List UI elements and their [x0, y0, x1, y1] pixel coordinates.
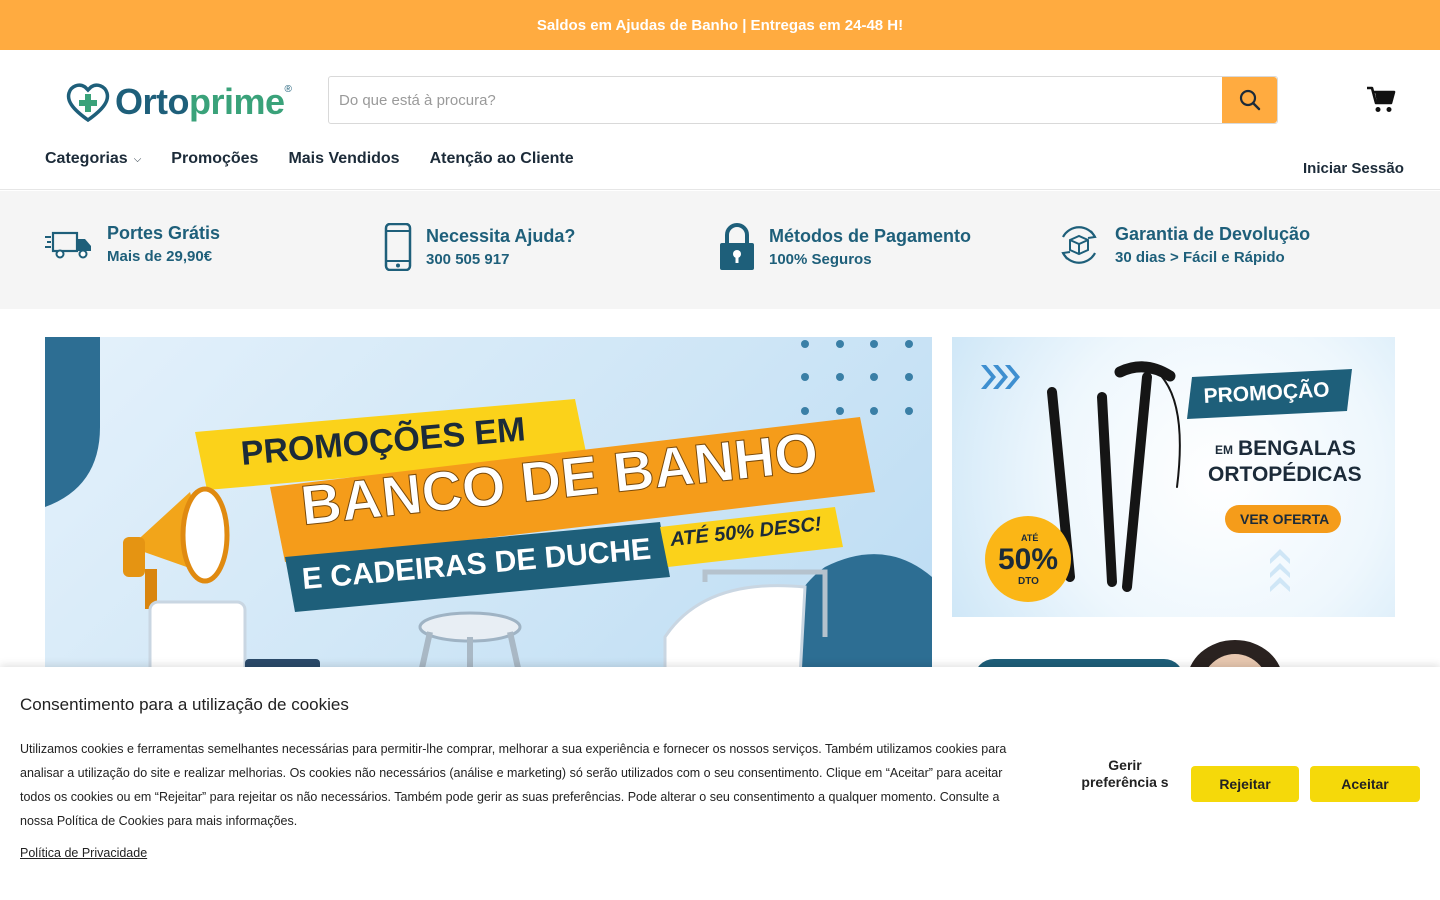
banner-side-line2: ORTOPÉDICAS: [1208, 463, 1362, 486]
feature-shipping-text: Portes Grátis Mais de 29,90€: [107, 223, 220, 265]
search-button[interactable]: [1222, 77, 1277, 123]
accept-button[interactable]: Aceitar: [1310, 766, 1420, 802]
lock-icon: [720, 223, 754, 270]
megaphone-icon: [123, 486, 230, 609]
announcement-bar: Saldos em Ajudas de Banho | Entregas em …: [0, 0, 1440, 50]
banner-bath-stools-artwork: PROMOÇÕES EM BANCO DE BANHO E CADEIRAS D…: [45, 337, 932, 677]
feature-payment-text: Métodos de Pagamento 100% Seguros: [769, 226, 971, 268]
banner-side-badge-top: ATÉ: [1021, 533, 1038, 543]
banner-side-cta[interactable]: VER OFERTA: [1240, 511, 1329, 527]
search-input[interactable]: [329, 77, 1223, 123]
nav-categorias[interactable]: Categorias ⌵: [45, 150, 141, 168]
feature-payment: Métodos de Pagamento 100% Seguros: [719, 223, 971, 271]
logo-text-prime: prime: [189, 81, 285, 122]
search-bar: [328, 76, 1278, 124]
feature-returns-title: Garantia de Devolução: [1115, 224, 1311, 244]
feature-returns-text: Garantia de Devolução 30 dias > Fácil e …: [1115, 224, 1310, 266]
feature-returns: Garantia de Devolução 30 dias > Fácil e …: [1057, 223, 1310, 267]
banner-side-badge-bottom: DTO: [1018, 576, 1039, 587]
feature-shipping: Portes Grátis Mais de 29,90€: [45, 223, 220, 265]
banner-side-badge-value: 50%: [998, 543, 1058, 576]
logo[interactable]: Ortoprime ®: [65, 80, 305, 124]
phone-icon: [384, 223, 412, 271]
privacy-policy-link[interactable]: Política de Privacidade: [20, 846, 147, 860]
logo-cross-icon: [66, 83, 110, 122]
feature-help-title: Necessita Ajuda?: [426, 226, 576, 246]
nav-promocoes-label: Promoções: [171, 150, 259, 167]
chevron-down-icon: ⌵: [133, 153, 142, 165]
feature-help: Necessita Ajuda? 300 505 917: [384, 223, 575, 271]
banner-side-line1: BENGALAS: [1238, 437, 1356, 460]
chevrons-up-icon: [1270, 549, 1290, 592]
chevrons-right-icon: [981, 365, 1020, 389]
feature-shipping-title: Portes Grátis: [107, 223, 221, 243]
site-header: Ortoprime ® Categorias ⌵ Promoções Mais …: [0, 50, 1440, 190]
logo-text-orto: Orto: [115, 81, 190, 122]
reject-button[interactable]: Rejeitar: [1191, 766, 1299, 802]
folding-canes-image: [1047, 361, 1181, 592]
cookie-consent-banner: Consentimento para a utilização de cooki…: [0, 667, 1440, 900]
login-link[interactable]: Iniciar Sessão: [1303, 160, 1404, 177]
feature-shipping-subtitle: Mais de 29,90€: [107, 248, 213, 265]
feature-returns-subtitle: 30 dias > Fácil e Rápido: [1115, 249, 1285, 266]
banner-bath-stools[interactable]: PROMOÇÕES EM BANCO DE BANHO E CADEIRAS D…: [45, 337, 932, 677]
feature-payment-subtitle: 100% Seguros: [769, 251, 872, 268]
nav-atencao-cliente-label: Atenção ao Cliente: [429, 150, 574, 167]
nav-mais-vendidos-label: Mais Vendidos: [288, 150, 400, 167]
cookie-text: Utilizamos cookies e ferramentas semelha…: [20, 742, 1007, 828]
feature-payment-title: Métodos de Pagamento: [769, 226, 972, 246]
truck-icon: [45, 231, 91, 259]
features-bar: Portes Grátis Mais de 29,90€ Necessita A…: [0, 191, 1440, 309]
banner-canes[interactable]: PROMOÇÃO EM BENGALAS ORTOPÉDICAS VER OFE…: [952, 337, 1395, 617]
announcement-text: Saldos em Ajudas de Banho | Entregas em …: [536, 16, 904, 34]
cart-button[interactable]: [1364, 84, 1398, 116]
feature-help-phone: 300 505 917: [426, 251, 510, 268]
banner-canes-artwork: PROMOÇÃO EM BENGALAS ORTOPÉDICAS VER OFE…: [981, 361, 1362, 602]
nav-promocoes[interactable]: Promoções: [171, 150, 258, 168]
logo-text: Ortoprime: [115, 81, 285, 123]
nav-atencao-cliente[interactable]: Atenção ao Cliente: [430, 150, 574, 168]
return-box-icon: [1061, 226, 1097, 264]
cookie-title: Consentimento para a utilização de cooki…: [20, 695, 349, 714]
banner-side-em: EM: [1215, 443, 1233, 457]
logo-registered: ®: [284, 84, 292, 95]
cart-icon: [1367, 86, 1396, 112]
nav-categorias-label: Categorias: [45, 150, 128, 167]
manage-preferences-button[interactable]: Gerir preferência s: [1080, 757, 1170, 791]
nav-mais-vendidos[interactable]: Mais Vendidos: [288, 150, 399, 168]
search-icon: [1239, 89, 1260, 111]
feature-help-text: Necessita Ajuda? 300 505 917: [426, 226, 575, 268]
main-nav: Categorias ⌵ Promoções Mais Vendidos Ate…: [45, 150, 574, 168]
